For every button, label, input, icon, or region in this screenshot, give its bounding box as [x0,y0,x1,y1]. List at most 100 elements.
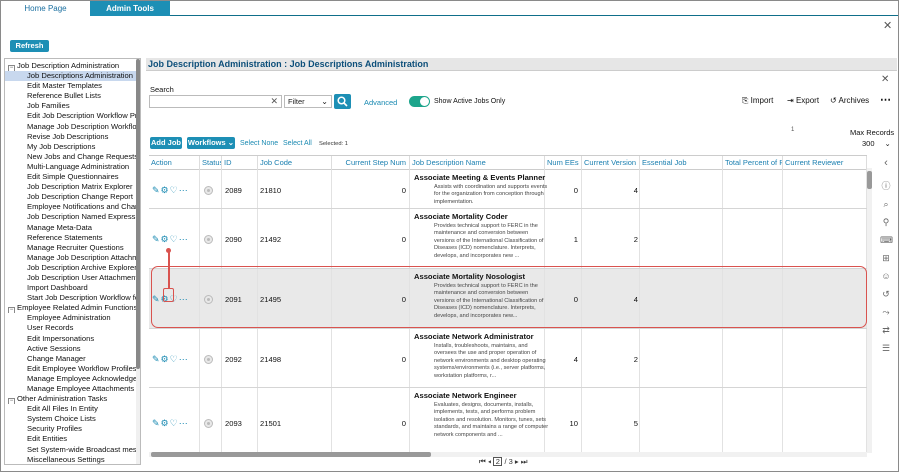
more-icon[interactable]: ⋯ [179,418,189,428]
tree-item[interactable]: Manage Employee Acknowledgeme [5,374,138,384]
prev-page-icon[interactable]: ◂ [488,457,491,466]
filter-select[interactable]: Filter ⌄ [284,95,332,108]
edit-icon[interactable]: ✎ [152,185,161,195]
more-icon[interactable]: ⋯ [179,354,189,364]
tree-item[interactable]: My Job Descriptions [5,142,138,152]
gear-icon[interactable]: ⚙ [161,185,170,195]
tree-item[interactable]: Edit All Files In Entity [5,404,138,414]
collapse-panel-icon[interactable]: ‹ [880,157,892,169]
hierarchy-icon[interactable]: ⚲ [880,216,892,228]
workflows-button[interactable]: Workflows ⌄ [187,137,235,149]
gear-icon[interactable]: ⚙ [161,234,170,244]
max-records-select[interactable]: 300 ⌄ [862,139,891,148]
table-row[interactable]: ✎⚙♡⋯ 2092 21498 0 Associate Network Administ… [149,329,867,388]
tree-item[interactable]: Job Description User Attachments [5,273,138,283]
tree-item[interactable]: Edit Impersonations [5,334,138,344]
tree-group[interactable]: − Job Description Administration [5,61,138,72]
column-header[interactable]: Job Description Name [410,156,545,170]
vertical-scrollbar-thumb[interactable] [867,171,872,189]
column-header[interactable]: Job Code [258,156,332,170]
close-panel-icon[interactable]: ✕ [881,74,889,85]
page-number-input[interactable]: 2 [493,457,503,466]
tree-item[interactable]: User Records [5,323,138,333]
tree-item[interactable]: Edit Entities [5,434,138,444]
gear-icon[interactable]: ⚙ [161,354,170,364]
history-icon[interactable]: ↺ [880,288,892,300]
tree-item[interactable]: Job Description Named Expression [5,212,138,222]
search-button[interactable] [334,94,351,109]
heart-icon[interactable]: ♡ [170,234,179,244]
tree-item[interactable]: Manage Employee Attachments [5,384,138,394]
column-header[interactable]: Current Step Num [332,156,410,170]
tree-item[interactable]: Employee Notifications and Chang [5,202,138,212]
org-chart-icon[interactable]: ⊞ [880,252,892,264]
tree-item[interactable]: Edit Job Description Workflow Prof [5,111,138,121]
tree-item[interactable]: Set System-wide Broadcast messa [5,445,138,455]
tree-item[interactable]: Job Description Archive Explorer [5,263,138,273]
info-icon[interactable]: ⓘ [880,180,892,192]
heart-icon[interactable]: ♡ [170,185,179,195]
table-row[interactable]: ✎⚙♡⋯ 2089 21810 0 Associate Meeting & Events… [149,170,867,209]
export-button[interactable]: ⇥ Export [787,96,819,105]
tree-item[interactable]: Import Dashboard [5,283,138,293]
tree-item[interactable]: Job Description Change Report [5,192,138,202]
search-input[interactable]: ✕ [149,95,282,108]
document-search-icon[interactable]: ⌕ [880,198,892,210]
table-row[interactable]: ✎⚙♡⋯ 2093 21501 0 Associate Network Engineer… [149,388,867,453]
tab-admin-tools[interactable]: Admin Tools [90,1,170,16]
select-all-link[interactable]: Select All [283,140,312,147]
show-active-toggle[interactable] [409,96,430,107]
tree-scrollbar[interactable] [136,59,140,464]
import-button[interactable]: ⎘ Import [742,96,773,106]
column-header[interactable]: Num EEs [545,156,582,170]
tab-home-page[interactable]: Home Page [1,1,90,16]
more-options-icon[interactable]: ⋯ [880,93,891,106]
next-page-icon[interactable]: ▸ [515,457,519,466]
more-icon[interactable]: ⋯ [179,185,189,195]
last-page-icon[interactable]: ⏭ [521,457,528,466]
collapse-toggle-icon[interactable]: − [8,398,15,405]
first-page-icon[interactable]: ⏮ [479,457,486,466]
tree-item[interactable]: Job Description Matrix Explorer [5,182,138,192]
advanced-link[interactable]: Advanced [364,98,397,107]
tree-item[interactable]: Employee Administration [5,313,138,323]
tree-item[interactable]: New Jobs and Change Requests Ac [5,152,138,162]
keyboard-icon[interactable]: ⌨ [880,234,893,246]
column-header[interactable]: Action [149,156,200,170]
edit-icon[interactable]: ✎ [152,234,161,244]
table-vertical-scrollbar[interactable] [867,168,872,453]
tree-item[interactable]: Job Descriptions Administration [5,71,138,82]
tree-item[interactable]: Security Profiles [5,424,138,434]
tree-item[interactable]: Job Families [5,101,138,111]
tree-item[interactable]: Start Job Description Workflow for [5,293,138,303]
tree-scrollbar-thumb[interactable] [136,59,140,369]
table-row[interactable]: ✎⚙♡⋯ 2090 21492 0 Associate Mortality Coder P… [149,209,867,269]
tree-item[interactable]: Manage Job Description Workflows [5,122,138,132]
tree-item[interactable]: Reference Bullet Lists [5,91,138,101]
edit-icon[interactable]: ✎ [152,418,161,428]
close-window-icon[interactable]: ✕ [883,21,892,32]
column-header[interactable]: Current Version [582,156,640,170]
refresh-button[interactable]: Refresh [10,40,49,52]
column-header[interactable]: Current Reviewer [783,156,867,170]
tree-item[interactable]: Edit Employee Workflow Profiles [5,364,138,374]
add-job-button[interactable]: Add Job [150,137,182,149]
tree-group[interactable]: − Other Administration Tasks [5,394,138,405]
workflow-icon[interactable]: ⤳ [880,306,892,318]
tree-item[interactable]: Reference Statements [5,233,138,243]
tree-group[interactable]: − Employee Related Admin Functions [5,303,138,314]
tree-item[interactable]: Manage Job Description Attachme [5,253,138,263]
sync-icon[interactable]: ⇄ [880,324,892,336]
tree-item[interactable]: Change Manager [5,354,138,364]
clear-search-icon[interactable]: ✕ [270,96,278,107]
tree-item[interactable]: Manage Recruiter Questions [5,243,138,253]
edit-icon[interactable]: ✎ [152,354,161,364]
select-none-link[interactable]: Select None [240,140,278,147]
users-icon[interactable]: ☺ [880,270,892,282]
heart-icon[interactable]: ♡ [170,354,179,364]
archives-button[interactable]: ↺ Archives [830,96,869,105]
tree-item[interactable]: Revise Job Descriptions [5,132,138,142]
tree-item[interactable]: Edit Master Templates [5,81,138,91]
column-header[interactable]: Status [200,156,222,170]
column-header[interactable]: Total Percent of R [723,156,783,170]
